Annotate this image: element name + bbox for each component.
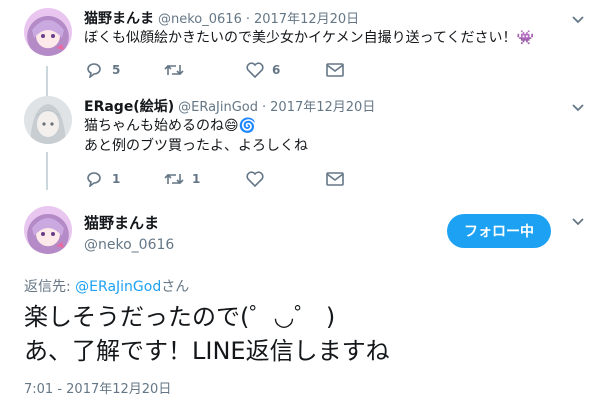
tweet-text: 楽しそうだったので(゜◡゜ ) あ、了解です！LINE返信しますね <box>24 300 390 368</box>
avatar-illustration <box>32 218 64 248</box>
heart-icon <box>246 62 264 78</box>
author-handle[interactable]: @ERaJinGod <box>178 100 258 115</box>
thread-connector <box>46 66 48 96</box>
envelope-icon <box>326 172 344 186</box>
separator: · <box>245 12 250 27</box>
alien-emoji: 👾 <box>516 30 534 46</box>
message-button[interactable] <box>326 63 344 77</box>
tweet-text-line: 猫ちゃんも始めるのね <box>84 118 224 134</box>
retweet-icon <box>164 64 184 76</box>
following-button[interactable]: フォロー中 <box>447 214 551 248</box>
reply-icon <box>87 172 101 187</box>
author-handle[interactable]: @neko_0616 <box>158 12 242 27</box>
retweet-icon <box>164 173 184 185</box>
like-count: 6 <box>272 63 281 77</box>
thread-connector <box>46 152 48 190</box>
reply-count: 1 <box>112 172 121 186</box>
replying-prefix: 返信先: <box>24 279 76 295</box>
tweet-timestamp[interactable]: 7:01 - 2017年12月20日 <box>24 378 171 397</box>
tweet-text-line: あ、了解です！LINE返信しますね <box>24 337 390 365</box>
like-button[interactable] <box>246 171 272 187</box>
retweet-count: 1 <box>192 172 201 186</box>
grin-cyclone-emoji: 😄🌀 <box>224 118 257 134</box>
retweet-button[interactable]: 1 <box>164 171 200 187</box>
tweet-date[interactable]: 2017年12月20日 <box>270 96 375 115</box>
tweet-text: 猫ちゃんも始めるのね😄🌀 あと例のブツ買ったよ、よろしくね <box>84 116 308 156</box>
tweet-text-line: 楽しそうだったので(゜◡゜ ) <box>24 303 336 331</box>
tweet-text: ぼくも似顔絵かきたいので美少女かイケメン自撮り送ってください！👾 <box>84 28 534 48</box>
reply-button[interactable]: 1 <box>86 171 120 187</box>
replying-suffix: さん <box>161 279 190 295</box>
separator: · <box>262 100 267 115</box>
author-name[interactable]: 猫野まんま <box>84 8 154 28</box>
message-button[interactable] <box>326 172 344 186</box>
replying-to-link[interactable]: @ERaJinGod <box>75 279 161 295</box>
author-name[interactable]: 猫野まんま <box>84 212 174 233</box>
retweet-button[interactable] <box>164 62 192 78</box>
reply-button[interactable]: 5 <box>86 62 120 78</box>
avatar[interactable] <box>24 96 72 144</box>
replying-to: 返信先: @ERaJinGodさん <box>24 276 189 296</box>
reply-icon <box>87 63 101 78</box>
tweet-text-line: あと例のブツ買ったよ、よろしくね <box>84 138 308 154</box>
tweet-date[interactable]: 2017年12月20日 <box>254 8 359 27</box>
avatar[interactable] <box>24 206 72 254</box>
author-name[interactable]: ERage(絵垢) <box>84 96 174 116</box>
avatar-illustration <box>32 20 64 50</box>
chevron-down-icon[interactable] <box>571 12 585 31</box>
avatar[interactable] <box>24 8 72 56</box>
envelope-icon <box>326 63 344 77</box>
tweet-text-content: ぼくも似顔絵かきたいので美少女かイケメン自撮り送ってください！ <box>84 30 517 46</box>
chevron-down-icon[interactable] <box>571 214 585 233</box>
author-handle[interactable]: @neko_0616 <box>84 237 174 253</box>
heart-icon <box>246 171 264 187</box>
like-button[interactable]: 6 <box>246 62 280 78</box>
avatar-illustration <box>24 96 72 144</box>
chevron-down-icon[interactable] <box>571 100 585 119</box>
reply-count: 5 <box>112 63 121 77</box>
